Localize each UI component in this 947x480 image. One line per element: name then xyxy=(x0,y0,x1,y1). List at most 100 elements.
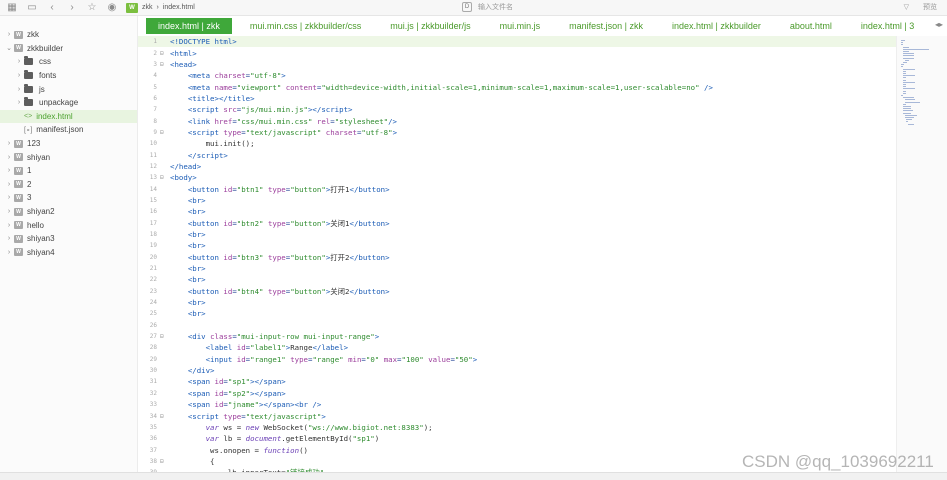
sidebar-item-zkkbuilder[interactable]: ⌄ Wzkkbuilder xyxy=(0,42,137,56)
sidebar-item-shiyan4[interactable]: › Wshiyan4 xyxy=(0,246,137,260)
code-line[interactable]: 36 var lb = document.getElementById("sp1… xyxy=(138,433,896,444)
chevron-right-icon[interactable]: › xyxy=(4,31,14,38)
chevron-right-icon[interactable]: › xyxy=(14,58,24,65)
code-line[interactable]: 24 <br> xyxy=(138,297,896,308)
code-line[interactable]: 2 ⊟ <html> xyxy=(138,47,896,58)
code-line[interactable]: 33 <span id="jname"></span><br /> xyxy=(138,399,896,410)
chevron-right-icon[interactable]: › xyxy=(14,72,24,79)
sidebar-item-unpackage[interactable]: › unpackage xyxy=(0,96,137,110)
chevron-right-icon[interactable]: › xyxy=(4,167,14,174)
code-line[interactable]: 19 <br> xyxy=(138,240,896,251)
chevron-right-icon[interactable]: › xyxy=(4,140,14,147)
code-line[interactable]: 22 <br> xyxy=(138,274,896,285)
fold-toggle-icon[interactable]: ⊟ xyxy=(160,174,170,181)
sidebar-item-manifest-json[interactable]: [∘] manifest.json xyxy=(0,123,137,137)
preview-button[interactable]: 预览 xyxy=(923,2,937,12)
code-line[interactable]: 12 </head> xyxy=(138,161,896,172)
editor-tab[interactable]: mui.js | zkkbuilder/js xyxy=(390,21,470,31)
editor-tab[interactable]: mui.min.css | zkkbuilder/css xyxy=(250,21,361,31)
fold-toggle-icon[interactable]: ⊟ xyxy=(160,61,170,68)
code-line[interactable]: 11 </script> xyxy=(138,149,896,160)
back-icon[interactable]: ‹ xyxy=(44,0,60,16)
breadcrumb-file[interactable]: index.html xyxy=(163,4,195,11)
editor-tab[interactable]: about.html xyxy=(790,21,832,31)
sidebar-item-shiyan2[interactable]: › Wshiyan2 xyxy=(0,205,137,219)
sidebar-item-label: css xyxy=(39,57,51,67)
code-line[interactable]: 6 <title></title> xyxy=(138,93,896,104)
code-editor[interactable]: 1 <!DOCTYPE html> 2 ⊟ <html> 3 ⊟ <head> 4 <meta … xyxy=(138,36,896,472)
line-number: 31 xyxy=(149,378,157,386)
star-icon[interactable]: ☆ xyxy=(84,0,100,16)
code-line[interactable]: 28 <label id="label1">Range</label> xyxy=(138,342,896,353)
chevron-right-icon[interactable]: › xyxy=(4,194,14,201)
chevron-right-icon[interactable]: › xyxy=(14,99,24,106)
code-line[interactable]: 14 <button id="btn1" type="button">打开1</… xyxy=(138,183,896,194)
code-line[interactable]: 20 <button id="btn3" type="button">打开2</… xyxy=(138,252,896,263)
chevron-down-icon[interactable]: ⌄ xyxy=(4,44,14,52)
code-line[interactable]: 3 ⊟ <head> xyxy=(138,59,896,70)
run-icon[interactable]: ◉ xyxy=(104,0,120,16)
sidebar-item-css[interactable]: › css xyxy=(0,55,137,69)
editor-tab[interactable]: index.html | zkk xyxy=(146,18,232,34)
code-line[interactable]: 5 <meta name="viewport" content="width=d… xyxy=(138,81,896,92)
sidebar-item-123[interactable]: › W 123 xyxy=(0,137,137,151)
editor-tab[interactable]: index.html | zkkbuilder xyxy=(672,21,761,31)
chevron-right-icon[interactable]: › xyxy=(4,181,14,188)
editor-tab[interactable]: manifest.json | zkk xyxy=(569,21,643,31)
code-line[interactable]: 17 <button id="btn2" type="button">关闭1</… xyxy=(138,218,896,229)
editor-tab[interactable]: index.html | 3 xyxy=(861,21,914,31)
code-line[interactable]: 7 <script src="js/mui.min.js"></script> xyxy=(138,104,896,115)
code-line[interactable]: 1 <!DOCTYPE html> xyxy=(138,36,896,48)
breadcrumb-project[interactable]: zkk xyxy=(142,4,153,11)
sidebar-item-fonts[interactable]: › fonts xyxy=(0,69,137,83)
sidebar-item-js[interactable]: › js xyxy=(0,82,137,96)
editor-tab[interactable]: mui.min.js xyxy=(500,21,541,31)
save-icon[interactable]: ▭ xyxy=(24,0,40,16)
code-line[interactable]: 32 <span id="sp2"></span> xyxy=(138,388,896,399)
code-line[interactable]: 27 ⊟ <div class="mui-input-row mui-input-… xyxy=(138,331,896,342)
sidebar-item-index-html[interactable]: <> index.html xyxy=(0,109,137,124)
code-line[interactable]: 26 xyxy=(138,320,896,331)
sidebar-item-shiyan3[interactable]: › Wshiyan3 xyxy=(0,232,137,246)
sidebar-item-shiyan[interactable]: › Wshiyan xyxy=(0,150,137,164)
minimap[interactable] xyxy=(896,36,947,472)
chevron-right-icon[interactable]: › xyxy=(4,154,14,161)
fold-toggle-icon[interactable]: ⊟ xyxy=(160,458,170,465)
sidebar-item-3[interactable]: › W 3 xyxy=(0,191,137,205)
code-line[interactable]: 9 ⊟ <script type="text/javascript" charse… xyxy=(138,127,896,138)
filter-icon[interactable]: ▽ xyxy=(904,3,909,11)
code-line[interactable]: 4 <meta charset="utf-8"> xyxy=(138,70,896,81)
sidebar-item-2[interactable]: › W 2 xyxy=(0,178,137,192)
code-line[interactable]: 15 <br> xyxy=(138,195,896,206)
file-search-input[interactable]: 输入文件名 xyxy=(478,2,513,12)
code-line[interactable]: 30 </div> xyxy=(138,365,896,376)
code-line[interactable]: 35 var ws = new WebSocket("ws://www.bigi… xyxy=(138,422,896,433)
fold-toggle-icon[interactable]: ⊟ xyxy=(160,50,170,57)
code-line[interactable]: 21 <br> xyxy=(138,263,896,274)
fold-toggle-icon[interactable]: ⊟ xyxy=(160,129,170,136)
sidebar-item-hello[interactable]: › Whello xyxy=(0,218,137,232)
code-line[interactable]: 29 <input id="range1" type="range" min="… xyxy=(138,354,896,365)
chevron-right-icon[interactable]: › xyxy=(4,249,14,256)
chevron-right-icon[interactable]: › xyxy=(14,86,24,93)
minimap-line xyxy=(903,57,914,59)
code-line[interactable]: 8 <link href="css/mui.min.css" rel="styl… xyxy=(138,115,896,126)
sidebar-item-zkk[interactable]: › Wzkk xyxy=(0,28,137,42)
code-line[interactable]: 18 <br> xyxy=(138,229,896,240)
file-search[interactable]: D 输入文件名 xyxy=(462,2,513,12)
code-line[interactable]: 10 mui.init(); xyxy=(138,138,896,149)
code-line[interactable]: 16 <br> xyxy=(138,206,896,217)
sidebar-item-1[interactable]: › W 1 xyxy=(0,164,137,178)
chevron-right-icon[interactable]: › xyxy=(4,222,14,229)
code-line[interactable]: 31 <span id="sp1"></span> xyxy=(138,376,896,387)
code-line[interactable]: 23 <button id="btn4" type="button">关闭2</… xyxy=(138,286,896,297)
fold-toggle-icon[interactable]: ⊟ xyxy=(160,413,170,420)
code-line[interactable]: 13 ⊟ <body> xyxy=(138,172,896,183)
chevron-right-icon[interactable]: › xyxy=(4,235,14,242)
code-line[interactable]: 34 ⊟ <script type="text/javascript"> xyxy=(138,410,896,421)
tab-scroll-arrows-icon[interactable]: ◂▸ xyxy=(935,20,943,29)
code-line[interactable]: 25 <br> xyxy=(138,308,896,319)
fold-toggle-icon[interactable]: ⊟ xyxy=(160,333,170,340)
chevron-right-icon[interactable]: › xyxy=(4,208,14,215)
forward-icon[interactable]: › xyxy=(64,0,80,16)
